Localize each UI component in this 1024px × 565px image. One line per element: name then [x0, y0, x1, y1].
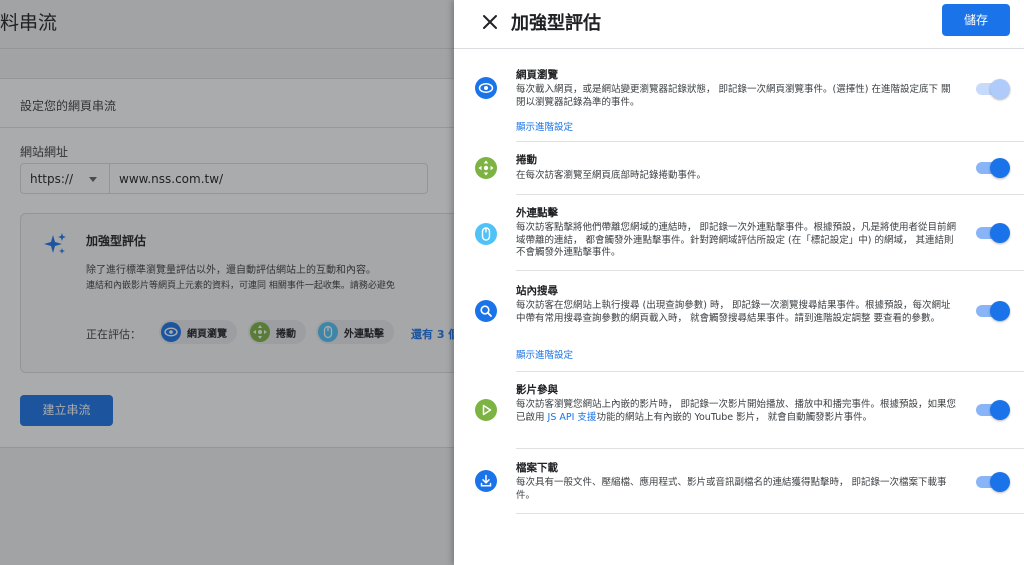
setting-title: 網頁瀏覽	[516, 69, 558, 81]
js-api-support-link[interactable]: JS API 支援	[548, 412, 597, 423]
file-downloads-toggle[interactable]	[976, 472, 1010, 492]
setting-site-search: 站內搜尋 每次訪客在您網站上執行搜尋 (出現查詢參數) 時， 即記錄一次瀏覽搜尋…	[475, 271, 1024, 372]
enhanced-measurement-panel: 加強型評估 儲存 網頁瀏覽 每次載入網頁，或是網站變更瀏覽器記錄狀態， 即記錄一…	[454, 0, 1024, 565]
toggle-knob	[990, 158, 1010, 178]
panel-header: 加強型評估 儲存	[454, 0, 1024, 49]
setting-file-downloads: 檔案下載 每次具有一般文件、壓縮檔、應用程式、影片或音訊副檔名的連結獲得點擊時，…	[475, 449, 1024, 514]
setting-description: 每次具有一般文件、壓縮檔、應用程式、影片或音訊副檔名的連結獲得點擊時， 即記錄一…	[516, 477, 947, 501]
close-icon[interactable]	[480, 12, 500, 32]
setting-title: 影片參與	[516, 384, 558, 396]
scroll-icon	[475, 157, 497, 179]
modal-scrim[interactable]	[0, 0, 454, 565]
toggle-knob	[990, 400, 1010, 420]
setting-description: 在每次訪客瀏覽至網頁底部時記錄捲動事件。	[516, 170, 707, 181]
toggle-knob	[990, 223, 1010, 243]
setting-description: 每次訪客瀏覽您網站上內嵌的影片時， 即記錄一次影片開始播放、播放中和播完事件。根…	[516, 399, 958, 424]
setting-title: 捲動	[516, 154, 537, 166]
setting-page-views: 網頁瀏覽 每次載入網頁，或是網站變更瀏覽器記錄狀態， 即記錄一次網頁瀏覽事件。(…	[475, 57, 1024, 142]
outbound-clicks-toggle[interactable]	[976, 223, 1010, 243]
show-advanced-settings-link[interactable]: 顯示進階設定	[516, 347, 573, 361]
play-icon	[475, 399, 497, 421]
panel-title: 加強型評估	[511, 13, 601, 34]
eye-icon	[475, 77, 497, 99]
setting-title: 檔案下載	[516, 462, 558, 474]
page-views-toggle	[976, 79, 1010, 99]
setting-outbound-clicks: 外連點擊 每次訪客點擊將他們帶離您網域的連結時， 即記錄一次外連點擊事件。根據預…	[475, 195, 1024, 271]
setting-description: 每次訪客在您網站上執行搜尋 (出現查詢參數) 時， 即記錄一次瀏覽搜尋結果事件。…	[516, 300, 951, 324]
setting-video-engagement: 影片參與 每次訪客瀏覽您網站上內嵌的影片時， 即記錄一次影片開始播放、播放中和播…	[475, 372, 1024, 449]
toggle-knob	[990, 472, 1010, 492]
video-engagement-toggle[interactable]	[976, 400, 1010, 420]
toggle-knob	[990, 79, 1010, 99]
setting-scrolls: 捲動 在每次訪客瀏覽至網頁底部時記錄捲動事件。	[475, 142, 1024, 195]
description-text: 功能的網站上有內嵌的 YouTube 影片， 就會自動觸發影片事件。	[596, 411, 873, 423]
site-search-toggle[interactable]	[976, 301, 1010, 321]
show-advanced-settings-link[interactable]: 顯示進階設定	[516, 119, 573, 133]
scrolls-toggle[interactable]	[976, 158, 1010, 178]
save-button[interactable]: 儲存	[942, 4, 1010, 36]
setting-title: 站內搜尋	[516, 285, 558, 297]
mouse-icon	[475, 223, 497, 245]
download-icon	[475, 470, 497, 492]
setting-title: 外連點擊	[516, 207, 558, 219]
setting-description: 每次載入網頁，或是網站變更瀏覽器記錄狀態， 即記錄一次網頁瀏覽事件。(選擇性) …	[516, 84, 951, 108]
toggle-knob	[990, 301, 1010, 321]
search-icon	[475, 300, 497, 322]
setting-description: 每次訪客點擊將他們帶離您網域的連結時， 即記錄一次外連點擊事件。根據預設，凡是將…	[516, 222, 957, 258]
